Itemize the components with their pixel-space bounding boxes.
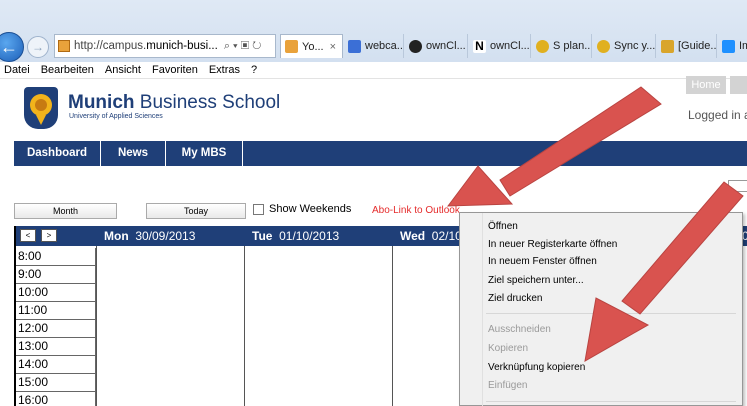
tab-owncloud-1[interactable]: ownCl... [405, 34, 468, 58]
today-button[interactable]: Today [146, 203, 246, 219]
ie-icon [597, 39, 610, 53]
nav-news[interactable]: News [101, 141, 165, 166]
tab-label: webca... [365, 40, 404, 52]
shield-favicon-icon [285, 40, 298, 53]
hour-label: 9:00 [16, 266, 96, 284]
hour-label: 12:00 [16, 320, 96, 338]
letter-n-icon: N [473, 39, 486, 53]
hour-label: 16:00 [16, 392, 96, 406]
column-divider [96, 246, 97, 406]
hour-labels: 8:00 9:00 10:00 11:00 12:00 13:00 14:00 … [16, 248, 96, 406]
hour-label: 10:00 [16, 284, 96, 302]
logged-in-text: Logged in a [688, 108, 747, 122]
address-bar[interactable]: http://campus.munich-busi... ⌕ ▾ ▣ ↻ [54, 34, 276, 58]
tab-label: Yo... [302, 40, 324, 53]
tab-label: Im [739, 40, 747, 52]
ctx-open-new-window[interactable]: In neuem Fenster öffnen [488, 256, 597, 267]
tab-label: ownCl... [426, 40, 466, 52]
next-week-button[interactable]: > [41, 229, 57, 242]
ctx-copy-shortcut[interactable]: Verknüpfung kopieren [488, 362, 585, 373]
abo-link-outlook[interactable]: Abo-Link to Outlook [372, 205, 460, 216]
menu-favoriten[interactable]: Favoriten [152, 64, 198, 76]
owncloud-icon [409, 39, 422, 53]
prev-week-button[interactable]: < [20, 229, 36, 242]
brand-name[interactable]: Munich Business School [68, 92, 280, 114]
week-pager: < > [20, 229, 62, 242]
brand-subtitle: University of Applied Sciences [69, 113, 163, 120]
address-url: http://campus.munich-busi... [74, 40, 218, 52]
forward-button[interactable]: → [27, 36, 49, 58]
tab-im[interactable]: Im [718, 34, 747, 58]
tab-owncloud-2[interactable]: N ownCl... [469, 34, 531, 58]
tab-label: ownCl... [490, 40, 530, 52]
context-menu-separator [486, 313, 736, 314]
nav-divider [242, 141, 243, 166]
tab-webcam[interactable]: webca... [344, 34, 404, 58]
address-tools[interactable]: ⌕ ▾ ▣ ↻ [224, 40, 262, 53]
column-divider [392, 246, 393, 406]
nav-dashboard[interactable]: Dashboard [14, 141, 100, 166]
ctx-open-new-tab[interactable]: In neuer Registerkarte öffnen [488, 239, 617, 250]
tab-guide[interactable]: [Guide... [657, 34, 717, 58]
weekends-label: Show Weekends [269, 203, 352, 215]
site-favicon-icon [58, 40, 70, 52]
menu-datei[interactable]: Datei [4, 64, 30, 76]
hour-label: 13:00 [16, 338, 96, 356]
header-button-cut[interactable] [730, 76, 747, 94]
ctx-copy: Kopieren [488, 343, 529, 354]
person-icon [661, 39, 674, 53]
day-header-tue: Tue 01/10/2013 [252, 229, 340, 243]
hour-label: 15:00 [16, 374, 96, 392]
nav-my-mbs[interactable]: My MBS [166, 141, 242, 166]
tab-label: [Guide... [678, 40, 717, 52]
menu-ansicht[interactable]: Ansicht [105, 64, 141, 76]
weekends-checkbox[interactable] [253, 203, 264, 215]
tab-label: Sync y... [614, 40, 656, 52]
ctx-paste: Einfügen [488, 380, 528, 391]
hour-label: 14:00 [16, 356, 96, 374]
ctx-save-target[interactable]: Ziel speichern unter... [488, 275, 584, 286]
menu-bar: Datei Bearbeiten Ansicht Favoriten Extra… [0, 62, 747, 79]
menu-help[interactable]: ? [251, 64, 257, 76]
google-icon [348, 39, 361, 53]
context-menu: Öffnen In neuer Registerkarte öffnen In … [459, 212, 743, 406]
hour-label: 8:00 [16, 248, 96, 266]
ie-icon [536, 39, 549, 53]
ctx-open[interactable]: Öffnen [488, 221, 518, 232]
close-tab-icon[interactable]: × [330, 41, 336, 53]
menu-extras[interactable]: Extras [209, 64, 240, 76]
main-nav: Dashboard News My MBS [14, 141, 747, 166]
tab-sync[interactable]: Sync y... [593, 34, 656, 58]
day-header-wed: Wed 02/10 [400, 229, 462, 243]
context-menu-separator [486, 401, 736, 402]
month-button[interactable]: Month [14, 203, 117, 219]
show-weekends-toggle[interactable]: Show Weekends [253, 203, 351, 215]
day-header-mon: Mon 30/09/2013 [104, 229, 196, 243]
ctx-print-target[interactable]: Ziel drucken [488, 293, 542, 304]
tab-active[interactable]: Yo... × [280, 34, 343, 58]
home-button[interactable]: Home [686, 76, 726, 94]
menu-bearbeiten[interactable]: Bearbeiten [41, 64, 94, 76]
tab-s-plan[interactable]: S plan... [532, 34, 592, 58]
windows-icon [722, 39, 735, 53]
context-menu-gutter [482, 213, 483, 406]
ctx-cut: Ausschneiden [488, 324, 551, 335]
lion-logo-icon[interactable] [24, 87, 58, 129]
hour-label: 11:00 [16, 302, 96, 320]
tab-label: S plan... [553, 40, 592, 52]
column-divider [244, 246, 245, 406]
toolbar-box[interactable] [728, 180, 747, 192]
